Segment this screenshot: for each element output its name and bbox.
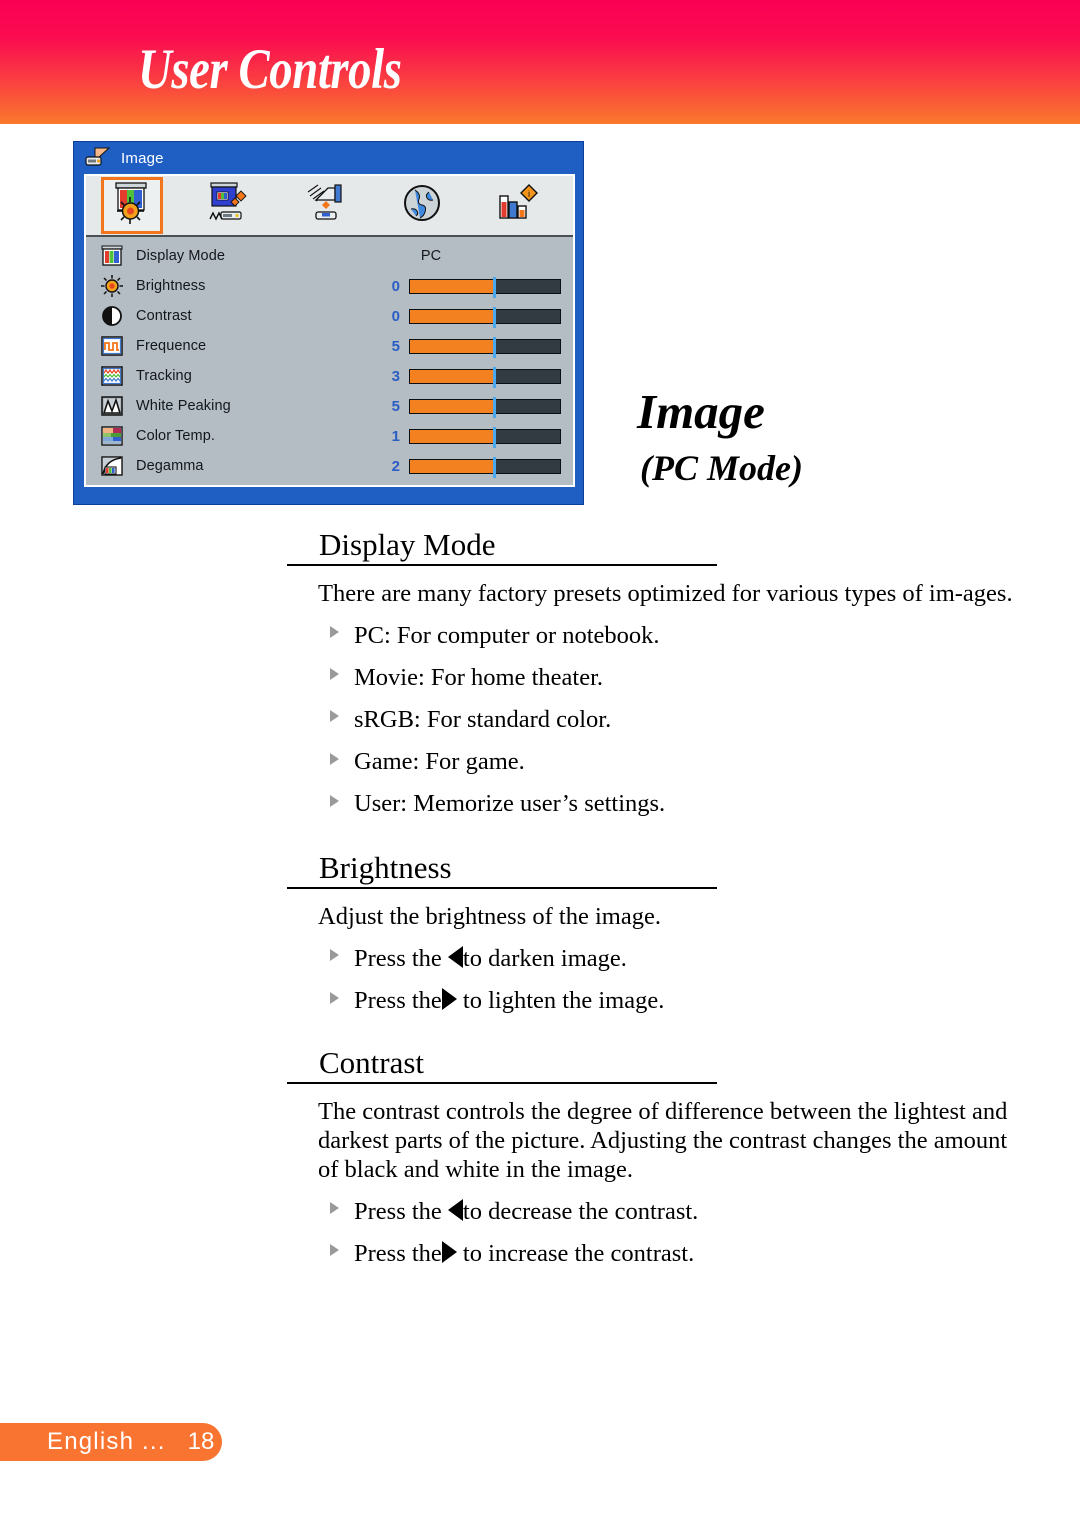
screen-projector-icon (207, 182, 253, 229)
osd-row-value: 1 (391, 427, 400, 445)
color-temp-icon (100, 424, 124, 448)
osd-row-value: 3 (391, 367, 400, 385)
section-subtitle-pc-mode: (PC Mode) (640, 448, 803, 488)
list-item: Game: For game. (330, 741, 1080, 783)
osd-row-degamma[interactable]: Degamma 2 (86, 451, 573, 481)
list-item: Press the to darken image. (330, 938, 1080, 980)
osd-row-tracking[interactable]: Tracking 3 (86, 361, 573, 391)
bullet-triangle-icon (330, 1244, 339, 1257)
osd-tab-options[interactable]: i (470, 177, 566, 234)
osd-row-slider[interactable] (409, 366, 561, 388)
osd-row-label: Contrast (136, 308, 192, 324)
waveform-icon (100, 364, 124, 388)
heading-brightness: Brightness (287, 851, 717, 889)
list-item: Press the to decrease the contrast. (330, 1191, 1080, 1233)
osd-row-slider[interactable] (409, 396, 561, 418)
osd-row-value: 0 (391, 307, 400, 325)
list-item: PC: For computer or notebook. (330, 615, 1080, 657)
osd-row-slider[interactable] (409, 306, 561, 328)
right-arrow-icon (441, 988, 457, 1010)
osd-menu-screenshot: Image i Display Mode PC Brightness 0 Con… (73, 141, 584, 505)
bullet-triangle-icon (330, 752, 339, 765)
page-header-banner: User Controls (0, 0, 1080, 124)
osd-title-label: Image (121, 149, 164, 167)
osd-row-slider[interactable] (409, 276, 561, 298)
footer-language-label: English ... (47, 1428, 166, 1455)
bar-chart-info-icon: i (495, 182, 541, 229)
left-arrow-icon (447, 1198, 463, 1221)
square-wave-icon (100, 334, 124, 358)
page-content: Display Mode There are many factory pres… (0, 527, 1080, 1275)
osd-titlebar: Image (74, 142, 583, 174)
section-brightness: Brightness Adjust the brightness of the … (0, 851, 1080, 1022)
osd-inner-panel: i Display Mode PC Brightness 0 Contrast … (84, 174, 575, 487)
osd-toolbar: i (86, 176, 573, 237)
osd-row-label: Degamma (136, 458, 204, 474)
osd-rows: Display Mode PC Brightness 0 Contrast 0 … (86, 237, 573, 481)
footer-page-pill: English ... 18 (0, 1423, 222, 1461)
heading-display-mode: Display Mode (287, 527, 717, 566)
rgb-bars-icon (100, 244, 124, 268)
osd-row-label: Display Mode (136, 248, 226, 264)
osd-row-value: 5 (391, 397, 400, 415)
bullet-triangle-icon (330, 1202, 339, 1215)
bullet-triangle-icon (330, 949, 339, 962)
osd-row-label: Brightness (136, 278, 206, 294)
section-display-mode: Display Mode There are many factory pres… (0, 527, 1080, 826)
bullet-triangle-icon (330, 668, 339, 681)
bullet-triangle-icon (330, 626, 339, 639)
projector-icon (85, 147, 111, 169)
osd-row-label: Tracking (136, 368, 192, 384)
osd-row-white-peaking[interactable]: White Peaking 5 (86, 391, 573, 421)
section-title-image: Image (637, 384, 765, 439)
osd-row-slider[interactable] (409, 456, 561, 478)
osd-row-slider[interactable] (409, 426, 561, 448)
contrast-icon (100, 304, 124, 328)
heading-contrast: Contrast (287, 1045, 717, 1084)
bullet-list-display-mode: PC: For computer or notebook. Movie: For… (0, 615, 1080, 826)
osd-row-brightness[interactable]: Brightness 0 (86, 271, 573, 301)
list-item: Press the to lighten the image. (330, 980, 1080, 1022)
paragraph-display-mode: There are many factory presets optimized… (318, 579, 1013, 607)
list-item: Movie: For home theater. (330, 657, 1080, 699)
bullet-triangle-icon (330, 991, 339, 1004)
globe-icon (401, 182, 443, 229)
svg-text:i: i (528, 189, 530, 199)
osd-tab-setup[interactable] (278, 177, 374, 234)
osd-row-value: 5 (391, 337, 400, 355)
gamma-curve-icon (100, 454, 124, 478)
peak-curve-icon (100, 394, 124, 418)
osd-row-slider[interactable] (409, 336, 561, 358)
osd-row-label: Frequence (136, 338, 207, 354)
section-contrast: Contrast The contrast controls the degre… (0, 1045, 1080, 1275)
osd-row-label: Color Temp. (136, 428, 216, 444)
osd-tab-image[interactable] (101, 177, 163, 234)
osd-tab-computer[interactable] (182, 177, 278, 234)
osd-row-value: 0 (391, 277, 400, 295)
left-arrow-icon (447, 945, 463, 968)
paragraph-contrast: The contrast controls the degree of diff… (318, 1097, 1008, 1183)
osd-row-color-temp[interactable]: Color Temp. 1 (86, 421, 573, 451)
list-item: Press the to increase the contrast. (330, 1233, 1080, 1275)
image-screen-sun-icon (111, 181, 153, 230)
osd-row-contrast[interactable]: Contrast 0 (86, 301, 573, 331)
osd-row-value: 2 (391, 457, 400, 475)
hand-pointer-icon (304, 182, 348, 229)
footer-page-number: 18 (187, 1428, 215, 1455)
paragraph-brightness: Adjust the brightness of the image. (318, 902, 661, 930)
page-title: User Controls (138, 38, 402, 101)
osd-row-label: White Peaking (136, 398, 231, 414)
sun-icon (100, 274, 124, 298)
bullet-triangle-icon (330, 710, 339, 723)
right-arrow-icon (441, 1240, 457, 1263)
osd-row-value: PC (420, 248, 442, 264)
osd-row-display-mode[interactable]: Display Mode PC (86, 241, 573, 271)
bullet-list-brightness: Press the to darken image. Press the to … (0, 938, 1080, 1022)
osd-row-frequence[interactable]: Frequence 5 (86, 331, 573, 361)
osd-tab-language[interactable] (374, 177, 470, 234)
list-item: sRGB: For standard color. (330, 699, 1080, 741)
bullet-list-contrast: Press the to decrease the contrast. Pres… (0, 1191, 1080, 1275)
bullet-triangle-icon (330, 794, 339, 807)
list-item: User: Memorize user’s settings. (330, 783, 1080, 825)
